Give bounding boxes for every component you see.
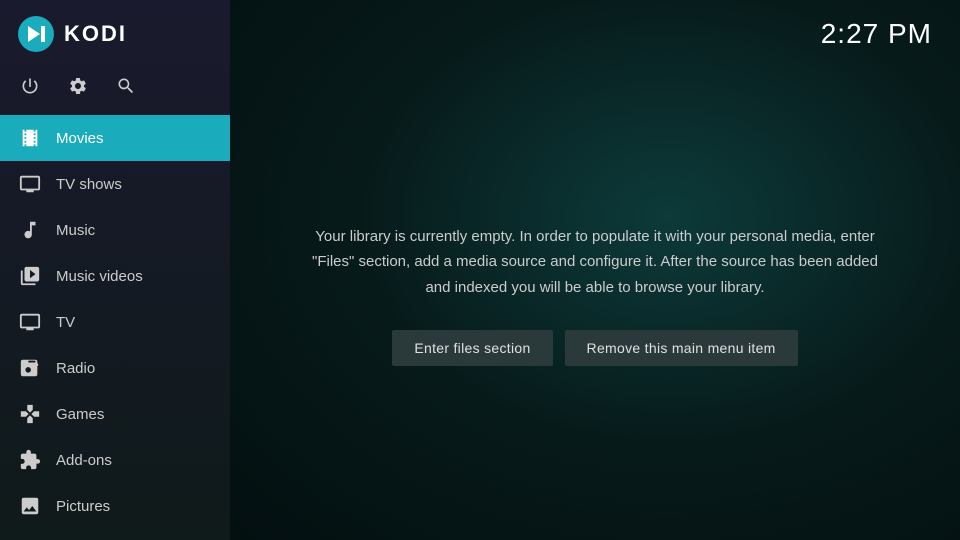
radio-icon bbox=[18, 356, 42, 380]
sidebar-header: KODI bbox=[0, 0, 230, 68]
library-empty-message: Your library is currently empty. In orde… bbox=[310, 224, 880, 301]
sidebar-item-music-videos-label: Music videos bbox=[56, 268, 143, 285]
sidebar-item-music[interactable]: Music bbox=[0, 207, 230, 253]
sidebar-item-movies[interactable]: Movies bbox=[0, 115, 230, 161]
sidebar-item-tv-label: TV bbox=[56, 314, 75, 331]
tv-shows-icon bbox=[18, 172, 42, 196]
sidebar-item-tv[interactable]: TV bbox=[0, 299, 230, 345]
sidebar-item-tv-shows[interactable]: TV shows bbox=[0, 161, 230, 207]
content-area: Your library is currently empty. In orde… bbox=[230, 50, 960, 540]
settings-icon[interactable] bbox=[68, 76, 88, 101]
games-icon bbox=[18, 402, 42, 426]
sidebar-item-pictures[interactable]: Pictures bbox=[0, 483, 230, 529]
sidebar-item-add-ons-label: Add-ons bbox=[56, 452, 112, 469]
sidebar-item-radio-label: Radio bbox=[56, 360, 95, 377]
sidebar-item-music-label: Music bbox=[56, 222, 95, 239]
sidebar-item-games[interactable]: Games bbox=[0, 391, 230, 437]
music-icon bbox=[18, 218, 42, 242]
movies-icon bbox=[18, 126, 42, 150]
sidebar-navigation: Movies TV shows Music Music videos bbox=[0, 115, 230, 540]
topbar: 2:27 PM bbox=[230, 0, 960, 50]
sidebar-item-music-videos[interactable]: Music videos bbox=[0, 253, 230, 299]
sidebar-toolbar bbox=[0, 68, 230, 115]
tv-icon bbox=[18, 310, 42, 334]
sidebar-item-tv-shows-label: TV shows bbox=[56, 176, 122, 193]
app-title: KODI bbox=[64, 21, 127, 47]
add-ons-icon bbox=[18, 448, 42, 472]
main-content: 2:27 PM Your library is currently empty.… bbox=[230, 0, 960, 540]
enter-files-section-button[interactable]: Enter files section bbox=[392, 330, 552, 366]
sidebar-item-games-label: Games bbox=[56, 406, 104, 423]
sidebar-item-pictures-label: Pictures bbox=[56, 498, 110, 515]
sidebar-item-movies-label: Movies bbox=[56, 130, 104, 147]
sidebar: KODI Movies TV shows bbox=[0, 0, 230, 540]
music-videos-icon bbox=[18, 264, 42, 288]
kodi-logo-icon bbox=[18, 16, 54, 52]
remove-menu-item-button[interactable]: Remove this main menu item bbox=[565, 330, 798, 366]
search-icon[interactable] bbox=[116, 76, 136, 101]
clock-display: 2:27 PM bbox=[821, 18, 932, 50]
action-buttons: Enter files section Remove this main men… bbox=[392, 330, 797, 366]
sidebar-item-radio[interactable]: Radio bbox=[0, 345, 230, 391]
power-icon[interactable] bbox=[20, 76, 40, 101]
pictures-icon bbox=[18, 494, 42, 518]
sidebar-item-add-ons[interactable]: Add-ons bbox=[0, 437, 230, 483]
